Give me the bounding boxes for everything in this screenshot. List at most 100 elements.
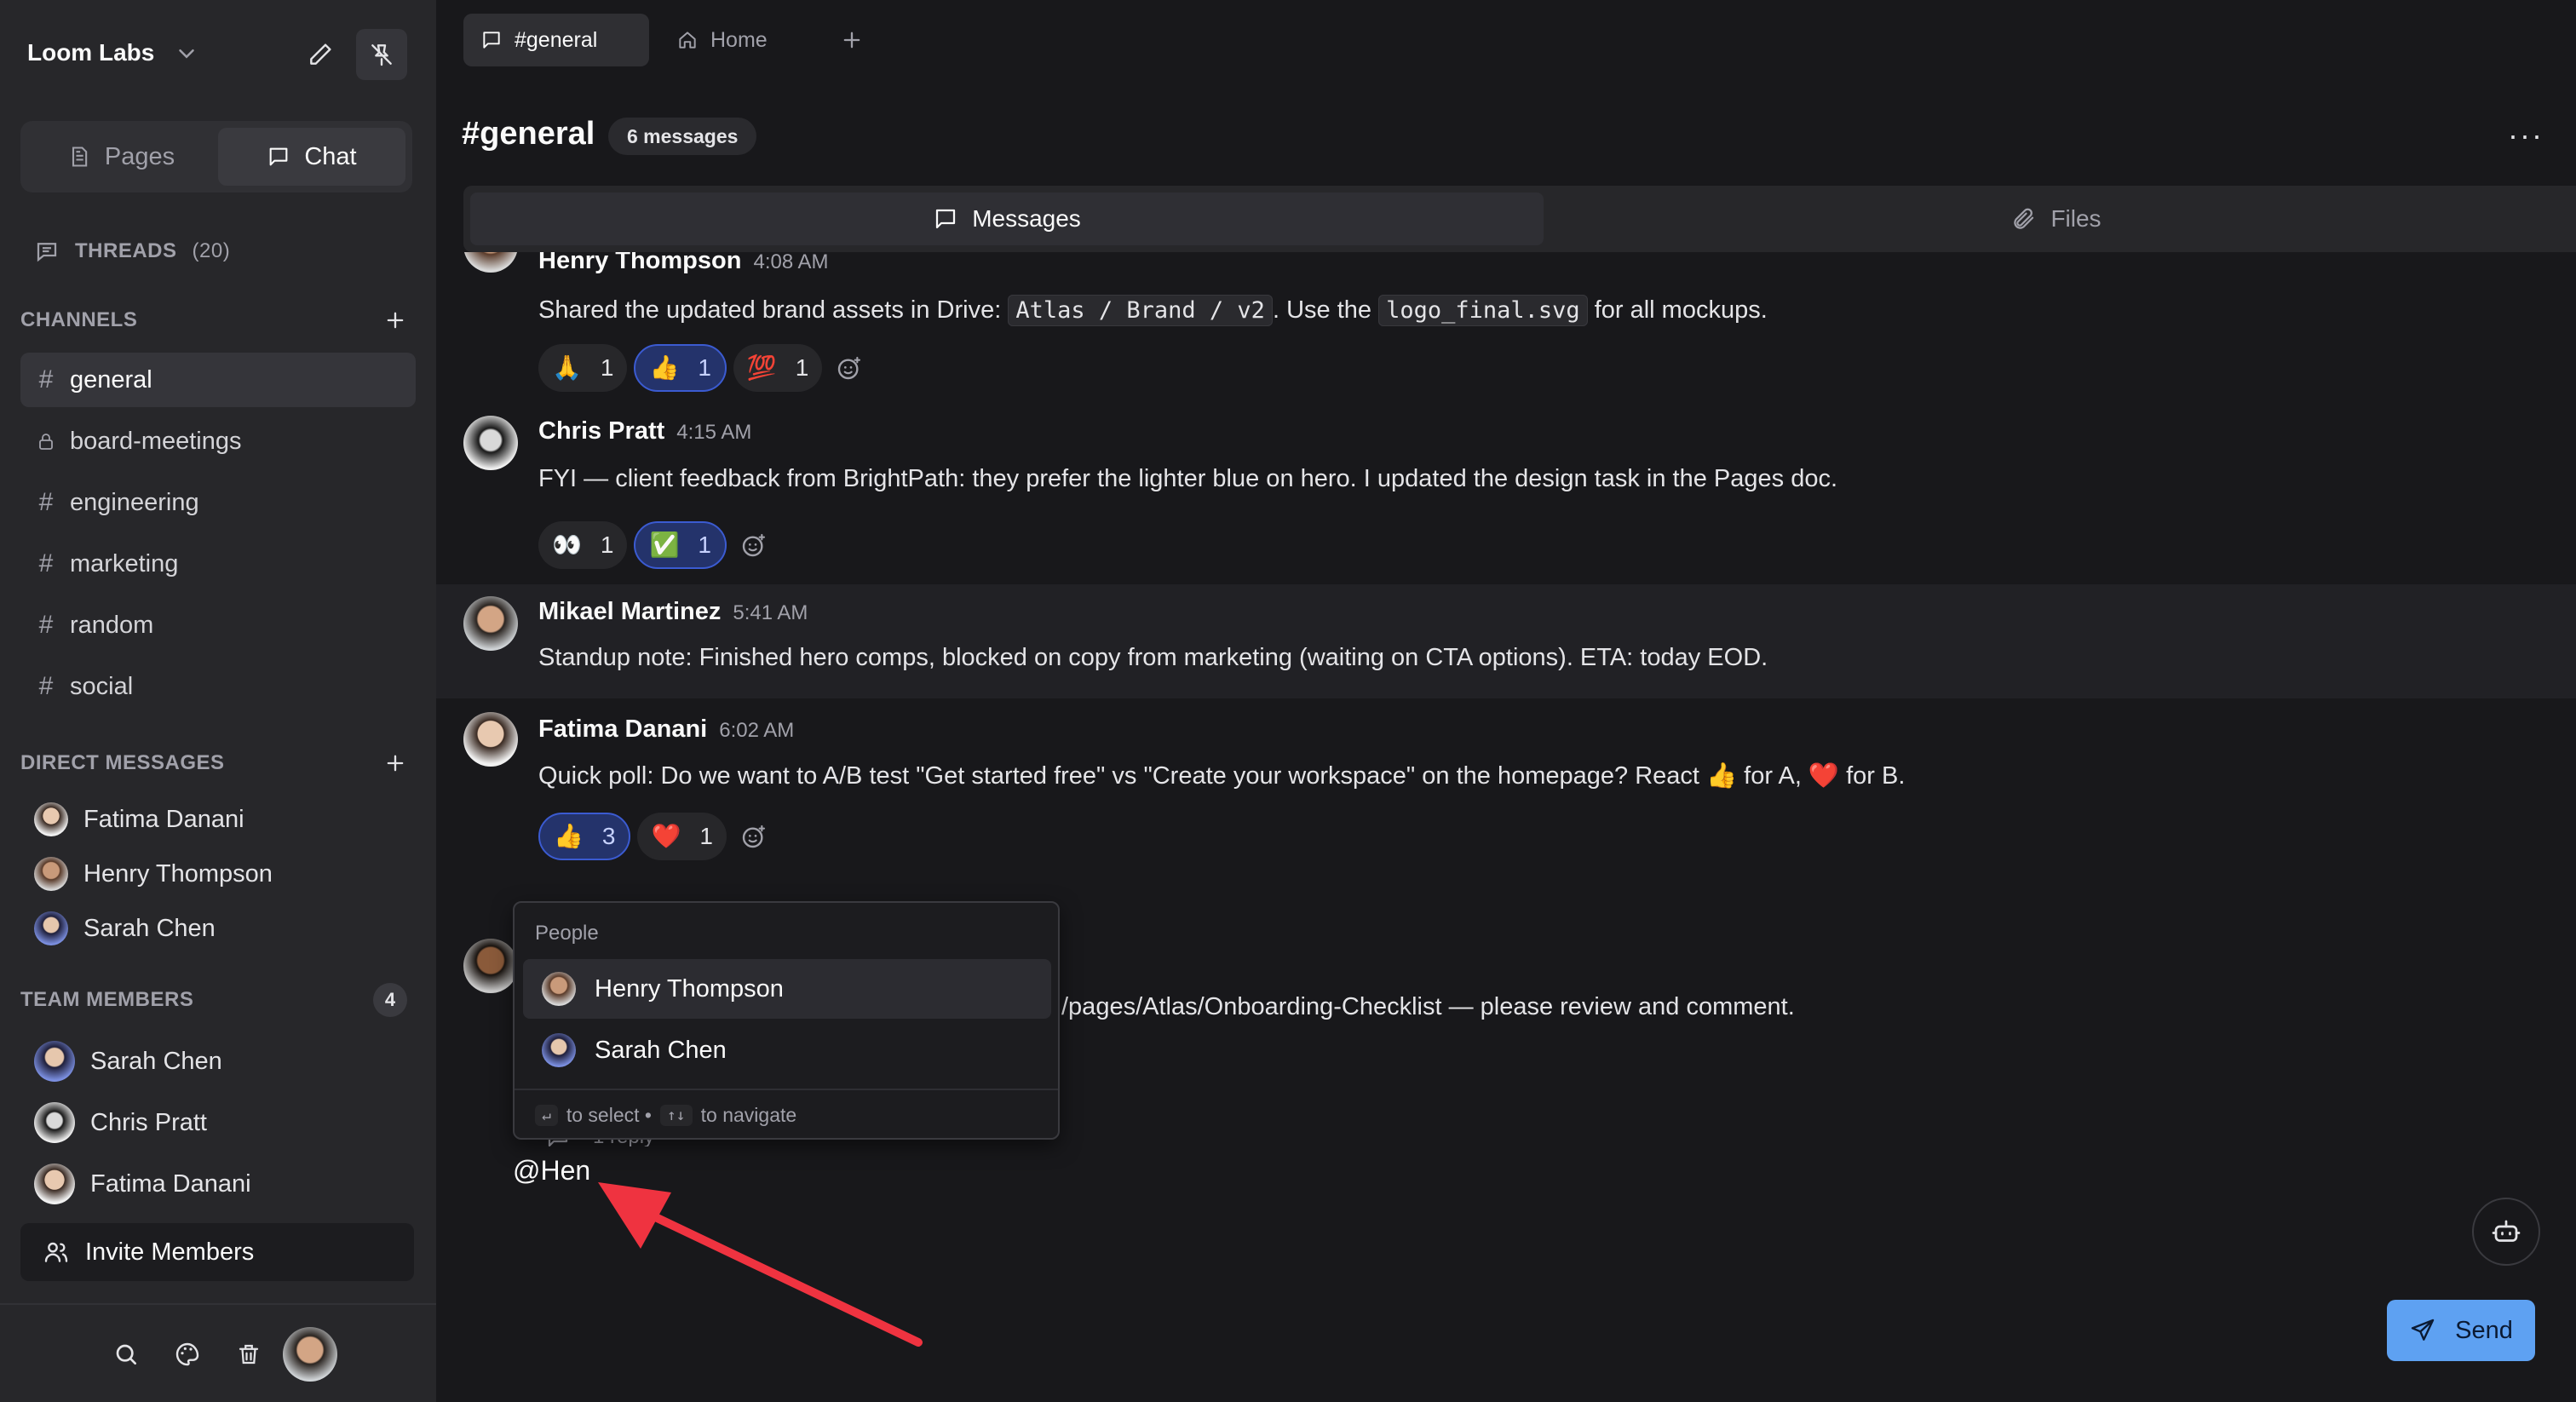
unpin-button[interactable] xyxy=(356,29,407,80)
message-text: FYI — client feedback from BrightPath: t… xyxy=(538,465,1838,492)
reaction-pill[interactable]: ✅ 1 xyxy=(634,521,727,569)
pencil-icon xyxy=(310,43,331,65)
invite-members-button[interactable]: Invite Members xyxy=(20,1223,414,1281)
channel-random[interactable]: # random xyxy=(20,598,416,652)
user-avatar[interactable] xyxy=(283,1327,337,1382)
message-author: Fatima Danani 6:02 AM xyxy=(538,715,795,743)
reaction-pill[interactable]: 👍 3 xyxy=(538,813,631,860)
trash-button[interactable] xyxy=(225,1330,273,1378)
reactions: 🙏 1 👍 1 💯 1 xyxy=(538,344,870,392)
team-member-sarah-chen[interactable]: Sarah Chen xyxy=(34,1041,222,1082)
threads-label: THREADS xyxy=(75,239,177,262)
tab-label: #general xyxy=(515,27,598,52)
reaction-pill[interactable]: 💯 1 xyxy=(733,344,823,392)
channel-marketing[interactable]: # marketing xyxy=(20,537,416,591)
dm-label: Henry Thompson xyxy=(83,859,273,888)
reaction-pill[interactable]: 👍 1 xyxy=(634,344,727,392)
tab-general[interactable]: #general xyxy=(463,14,649,66)
reaction-pill[interactable]: ❤️ 1 xyxy=(637,813,727,860)
add-channel-button[interactable] xyxy=(378,303,412,337)
chat-icon xyxy=(483,32,500,49)
invite-label: Invite Members xyxy=(85,1238,255,1266)
message-author: Henry Thompson 4:08 AM xyxy=(538,252,829,274)
more-options-button[interactable]: ··· xyxy=(2508,118,2544,153)
dm-fatima-danani[interactable]: Fatima Danani xyxy=(34,802,244,836)
dm-sarah-chen[interactable]: Sarah Chen xyxy=(34,911,216,945)
team-member-label: Sarah Chen xyxy=(90,1047,222,1075)
channel-subtabs: Messages Files xyxy=(463,186,2576,252)
hash-icon: # xyxy=(38,672,54,700)
emoji-add-icon xyxy=(838,356,861,380)
workspace-name[interactable]: Loom Labs xyxy=(27,39,154,66)
send-icon xyxy=(2411,1319,2435,1341)
dm-label: Fatima Danani xyxy=(83,805,244,833)
message-author: Chris Pratt 4:15 AM xyxy=(538,417,752,445)
channel-label: general xyxy=(70,365,152,394)
reaction-pill[interactable]: 🙏 1 xyxy=(538,344,628,392)
tab-home[interactable]: Home xyxy=(659,14,785,66)
channel-engineering[interactable]: # engineering xyxy=(20,475,416,530)
message-text: /pages/Atlas/Onboarding-Checklist — plea… xyxy=(1061,993,1795,1020)
send-button[interactable]: Send xyxy=(2387,1300,2535,1361)
add-dm-button[interactable] xyxy=(378,746,412,780)
avatar xyxy=(463,416,518,470)
avatar xyxy=(463,252,518,273)
tab-chat[interactable]: Chat xyxy=(218,128,405,186)
dm-henry-thompson[interactable]: Henry Thompson xyxy=(34,857,273,891)
divider xyxy=(0,1303,436,1305)
subtab-messages[interactable]: Messages xyxy=(470,192,1544,245)
lock-icon xyxy=(39,434,53,450)
team-member-fatima-danani[interactable]: Fatima Danani xyxy=(34,1164,251,1204)
add-reaction-button[interactable] xyxy=(733,525,774,566)
channel-label: social xyxy=(70,672,134,700)
select-hint: to select • xyxy=(566,1103,652,1126)
threads-link[interactable]: THREADS (20) xyxy=(34,238,230,264)
tab-chat-label: Chat xyxy=(304,142,357,170)
threads-icon xyxy=(37,243,57,262)
channel-social[interactable]: # social xyxy=(20,659,416,714)
hash-icon: # xyxy=(38,549,54,577)
channel-label: engineering xyxy=(70,488,199,516)
avatar xyxy=(463,939,518,993)
team-member-chris-pratt[interactable]: Chris Pratt xyxy=(34,1102,207,1143)
avatar xyxy=(542,1033,576,1067)
tab-pages[interactable]: Pages xyxy=(27,128,215,186)
tab-pages-label: Pages xyxy=(104,142,175,170)
search-button[interactable] xyxy=(102,1330,150,1378)
pin-off-icon xyxy=(371,44,392,66)
team-member-label: Fatima Danani xyxy=(90,1169,251,1198)
mention-option-sarah-chen[interactable]: Sarah Chen xyxy=(523,1020,1051,1080)
threads-count: (20) xyxy=(192,239,231,262)
chevron-down-icon[interactable] xyxy=(174,41,199,66)
channel-board-meetings[interactable]: board-meetings xyxy=(20,414,416,468)
avatar xyxy=(542,972,576,1006)
message-input[interactable]: @Hen xyxy=(513,1155,590,1187)
message: Fatima Danani 6:02 AM Quick poll: Do we w… xyxy=(436,712,2576,916)
mention-popup: People Henry Thompson Sarah Chen ↵ to se… xyxy=(513,901,1060,1140)
reaction-pill[interactable]: 👀 1 xyxy=(538,521,628,569)
bot-icon xyxy=(2492,1220,2521,1242)
theme-button[interactable] xyxy=(164,1330,211,1378)
add-reaction-button[interactable] xyxy=(733,816,774,857)
channel-title: #general xyxy=(462,116,595,152)
channel-general[interactable]: # general xyxy=(20,353,416,407)
message: Mikael Martinez 5:41 AM Standup note: Fin… xyxy=(436,584,2576,698)
message-time: 6:02 AM xyxy=(719,719,795,742)
search-icon xyxy=(116,1344,136,1365)
document-icon xyxy=(72,147,88,167)
team-member-label: Chris Pratt xyxy=(90,1108,207,1136)
paperclip-icon xyxy=(2014,208,2034,229)
arrow-keys-hint: ↑↓ xyxy=(659,1104,693,1126)
ai-assistant-button[interactable] xyxy=(2472,1198,2540,1266)
add-reaction-button[interactable] xyxy=(829,348,870,388)
new-tab-button[interactable] xyxy=(828,14,876,66)
subtab-files[interactable]: Files xyxy=(1554,192,2559,245)
avatar xyxy=(34,857,68,891)
mention-option-henry-thompson[interactable]: Henry Thompson xyxy=(523,959,1051,1019)
palette-icon xyxy=(175,1342,199,1366)
app-window: Loom Labs Pages Chat THREADS (20) CHANNE… xyxy=(0,0,2576,1402)
channel-label: random xyxy=(70,611,154,639)
plus-icon xyxy=(387,755,404,772)
enter-key-hint: ↵ xyxy=(535,1104,558,1126)
edit-button[interactable] xyxy=(295,29,346,80)
